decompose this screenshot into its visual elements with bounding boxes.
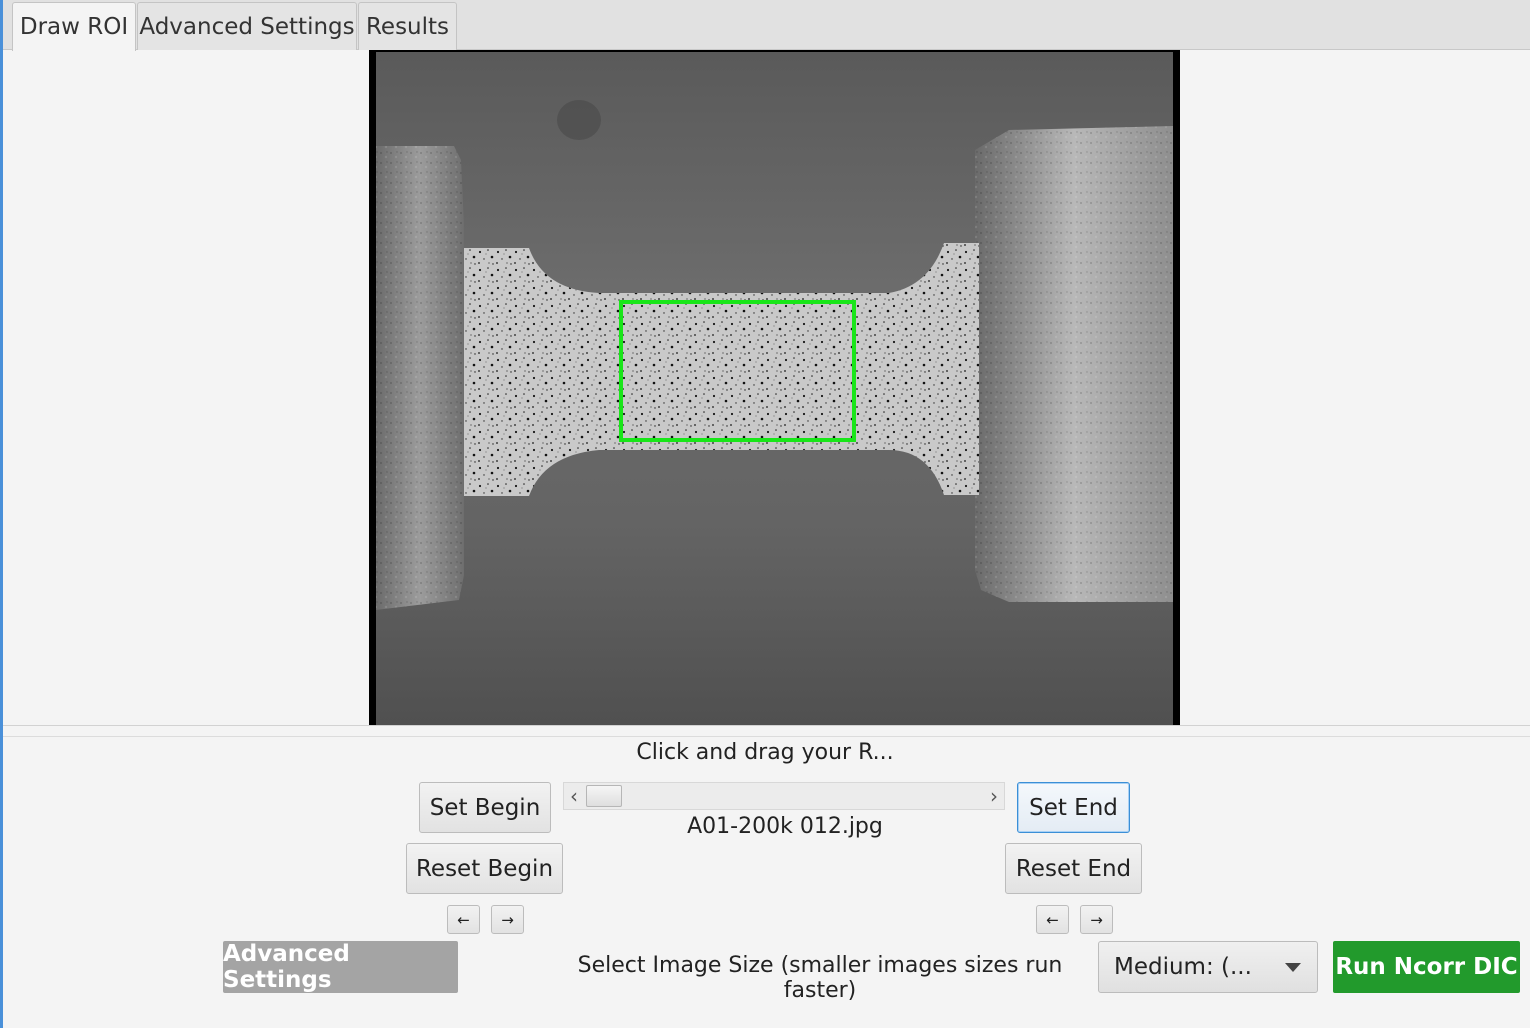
window-left-border	[0, 0, 3, 1028]
split-divider[interactable]	[3, 725, 1530, 737]
set-end-button[interactable]: Set End	[1017, 782, 1130, 833]
ncorr-app-window: Draw ROI Advanced Settings Results Click…	[0, 0, 1530, 1028]
set-begin-button[interactable]: Set Begin	[419, 782, 551, 833]
specimen-image[interactable]	[369, 50, 1180, 725]
image-slider[interactable]: ‹ ›	[563, 782, 1005, 810]
run-ncorr-dic-button[interactable]: Run Ncorr DIC	[1333, 941, 1520, 993]
end-next-button[interactable]: →	[1080, 905, 1113, 934]
end-prev-button[interactable]: ←	[1036, 905, 1069, 934]
image-viewer[interactable]	[369, 50, 1180, 725]
current-image-filename: A01-200k 012.jpg	[687, 814, 883, 839]
begin-next-button[interactable]: →	[491, 905, 524, 934]
slider-right-arrow-icon[interactable]: ›	[984, 783, 1004, 809]
chevron-down-icon	[1285, 963, 1301, 972]
slider-left-arrow-icon[interactable]: ‹	[564, 783, 584, 809]
image-size-label: Select Image Size (smaller images sizes …	[577, 953, 1063, 1003]
slider-thumb[interactable]	[586, 785, 622, 807]
tab-advanced-settings[interactable]: Advanced Settings	[137, 2, 357, 50]
image-size-select[interactable]: Medium: (...	[1098, 941, 1318, 993]
tab-bar: Draw ROI Advanced Settings Results	[3, 0, 1530, 51]
tab-results[interactable]: Results	[358, 2, 457, 50]
reset-end-button[interactable]: Reset End	[1005, 843, 1142, 894]
tab-draw-roi[interactable]: Draw ROI	[12, 2, 136, 51]
advanced-settings-button[interactable]: Advanced Settings	[223, 941, 458, 993]
instruction-text: Click and drag your R...	[636, 740, 894, 765]
begin-prev-button[interactable]: ←	[447, 905, 480, 934]
image-size-value: Medium: (...	[1114, 954, 1252, 980]
reset-begin-button[interactable]: Reset Begin	[406, 843, 563, 894]
